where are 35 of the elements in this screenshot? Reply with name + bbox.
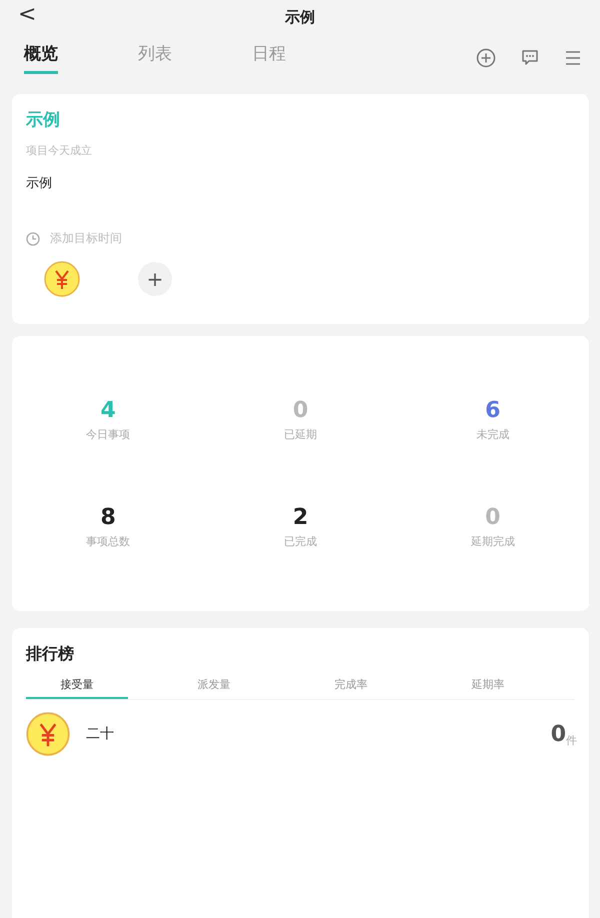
stat-label: 已完成: [284, 534, 317, 550]
member-name: 二十: [86, 725, 115, 743]
stat-value: 2: [292, 505, 308, 530]
coin-avatar-icon: [26, 712, 70, 756]
clock-icon: [26, 232, 40, 246]
stat-value: 0: [292, 398, 308, 423]
tab[interactable]: 概览: [24, 42, 58, 74]
stat-value: 6: [485, 398, 500, 423]
ranking-title: 排行榜: [26, 644, 74, 665]
add-target-time-link[interactable]: 添加目标时间: [50, 230, 122, 247]
stat-label: 未完成: [476, 426, 510, 442]
project-subtitle: 项目今天成立: [26, 143, 92, 158]
stat-label: 已延期: [284, 426, 317, 442]
tab[interactable]: 列表: [138, 42, 172, 74]
page-title: 示例: [285, 8, 315, 26]
menu-icon[interactable]: [564, 49, 582, 67]
stat-label: 事项总数: [86, 534, 130, 550]
back-button[interactable]: <: [18, 2, 36, 27]
coin-avatar-icon: [44, 261, 80, 297]
add-icon[interactable]: [476, 48, 496, 68]
ranking-tab[interactable]: 接受量: [26, 677, 128, 699]
add-member-button[interactable]: +: [138, 262, 172, 296]
ranking-tab[interactable]: 派发量: [163, 677, 265, 699]
stat-value: 0: [485, 505, 500, 530]
ranking-tab[interactable]: 完成率: [300, 677, 402, 699]
project-description: 示例: [26, 175, 52, 192]
task-count: 0: [550, 722, 566, 746]
stat-label: 今日事项: [86, 426, 130, 442]
tab[interactable]: 日程: [252, 42, 286, 74]
stat-value: 4: [100, 398, 116, 423]
project-name: 示例: [26, 109, 60, 131]
stat-value: 8: [100, 505, 116, 530]
ranking-tab[interactable]: 延期率: [437, 677, 539, 699]
stat-label: 延期完成: [470, 534, 515, 550]
count-unit: 件: [566, 733, 577, 748]
